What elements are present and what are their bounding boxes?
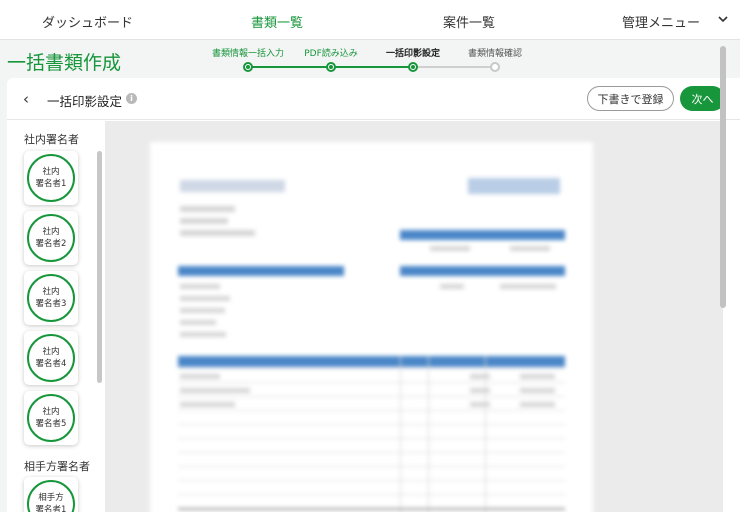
step-dot bbox=[326, 62, 336, 72]
seal-icon: 社内 署名者1 bbox=[27, 154, 75, 202]
top-nav: ダッシュボード 書類一覧 案件一覧 管理メニュー bbox=[0, 0, 740, 40]
stamp-line: 署名者2 bbox=[35, 239, 67, 249]
internal-signers-title: 社内署名者 bbox=[24, 133, 79, 146]
stamp-internal-signer-4[interactable]: 社内 署名者4 bbox=[24, 331, 78, 385]
next-button[interactable]: 次へ bbox=[680, 86, 725, 111]
stamp-line: 署名者5 bbox=[35, 419, 67, 429]
main-card: ‹ 一括印影設定 i 下書きで登録 次へ 社内署名者 社内 署名者1 社内 署名… bbox=[7, 78, 740, 512]
stamp-internal-signer-2[interactable]: 社内 署名者2 bbox=[24, 211, 78, 265]
viewer-scrollbar[interactable] bbox=[720, 46, 726, 308]
step-connector bbox=[331, 66, 413, 68]
nav-documents[interactable]: 書類一覧 bbox=[251, 12, 303, 31]
chevron-down-icon[interactable] bbox=[716, 12, 730, 26]
step-label: 書類情報確認 bbox=[467, 49, 523, 59]
stamp-line: 署名者1 bbox=[35, 505, 67, 512]
stamp-line: 社内 bbox=[42, 407, 60, 417]
seal-icon: 相手方 署名者1 bbox=[27, 480, 75, 512]
stamp-palette: 社内署名者 社内 署名者1 社内 署名者2 社内 署名者3 社内 署名者4 社内… bbox=[7, 121, 105, 512]
page-title: 一括書類作成 bbox=[7, 52, 122, 74]
chevron-left-icon[interactable]: ‹ bbox=[23, 90, 29, 108]
nav-admin-menu[interactable]: 管理メニュー bbox=[622, 12, 700, 31]
info-icon[interactable]: i bbox=[126, 93, 137, 104]
document-page-preview bbox=[150, 142, 593, 512]
palette-scrollbar[interactable] bbox=[97, 151, 102, 383]
stamp-line: 署名者4 bbox=[35, 359, 67, 369]
stamp-line: 社内 bbox=[42, 287, 60, 297]
seal-icon: 社内 署名者4 bbox=[27, 334, 75, 382]
seal-icon: 社内 署名者5 bbox=[27, 394, 75, 442]
nav-dashboard[interactable]: ダッシュボード bbox=[42, 12, 133, 31]
seal-icon: 社内 署名者3 bbox=[27, 274, 75, 322]
step-indicator: 書類情報一括入力 PDF読み込み 一括印影設定 書類情報確認 bbox=[200, 44, 540, 74]
stamp-line: 署名者1 bbox=[35, 179, 67, 189]
stamp-line: 相手方 bbox=[38, 493, 64, 503]
step-connector bbox=[248, 66, 331, 68]
stamp-line: 社内 bbox=[42, 227, 60, 237]
stamp-line: 社内 bbox=[42, 347, 60, 357]
stamp-internal-signer-3[interactable]: 社内 署名者3 bbox=[24, 271, 78, 325]
stamp-internal-signer-1[interactable]: 社内 署名者1 bbox=[24, 151, 78, 205]
document-viewer[interactable] bbox=[105, 121, 723, 512]
step-dot-current bbox=[408, 62, 418, 72]
save-draft-button[interactable]: 下書きで登録 bbox=[587, 86, 674, 111]
step-connector bbox=[413, 66, 495, 68]
step-label-current: 一括印影設定 bbox=[385, 49, 441, 59]
stamp-line: 署名者3 bbox=[35, 299, 67, 309]
stamp-external-signer-1[interactable]: 相手方 署名者1 bbox=[24, 477, 78, 512]
step-label: PDF読み込み bbox=[304, 49, 358, 59]
step-dot bbox=[243, 62, 253, 72]
seal-icon: 社内 署名者2 bbox=[27, 214, 75, 262]
step-dot bbox=[490, 62, 500, 72]
section-title: 一括印影設定 bbox=[47, 94, 123, 109]
stamp-internal-signer-5[interactable]: 社内 署名者5 bbox=[24, 391, 78, 445]
stamp-line: 社内 bbox=[42, 167, 60, 177]
external-signers-title: 相手方署名者 bbox=[24, 460, 90, 473]
card-header: ‹ 一括印影設定 i 下書きで登録 次へ bbox=[7, 78, 740, 120]
step-label: 書類情報一括入力 bbox=[211, 49, 285, 59]
nav-cases[interactable]: 案件一覧 bbox=[443, 12, 495, 31]
